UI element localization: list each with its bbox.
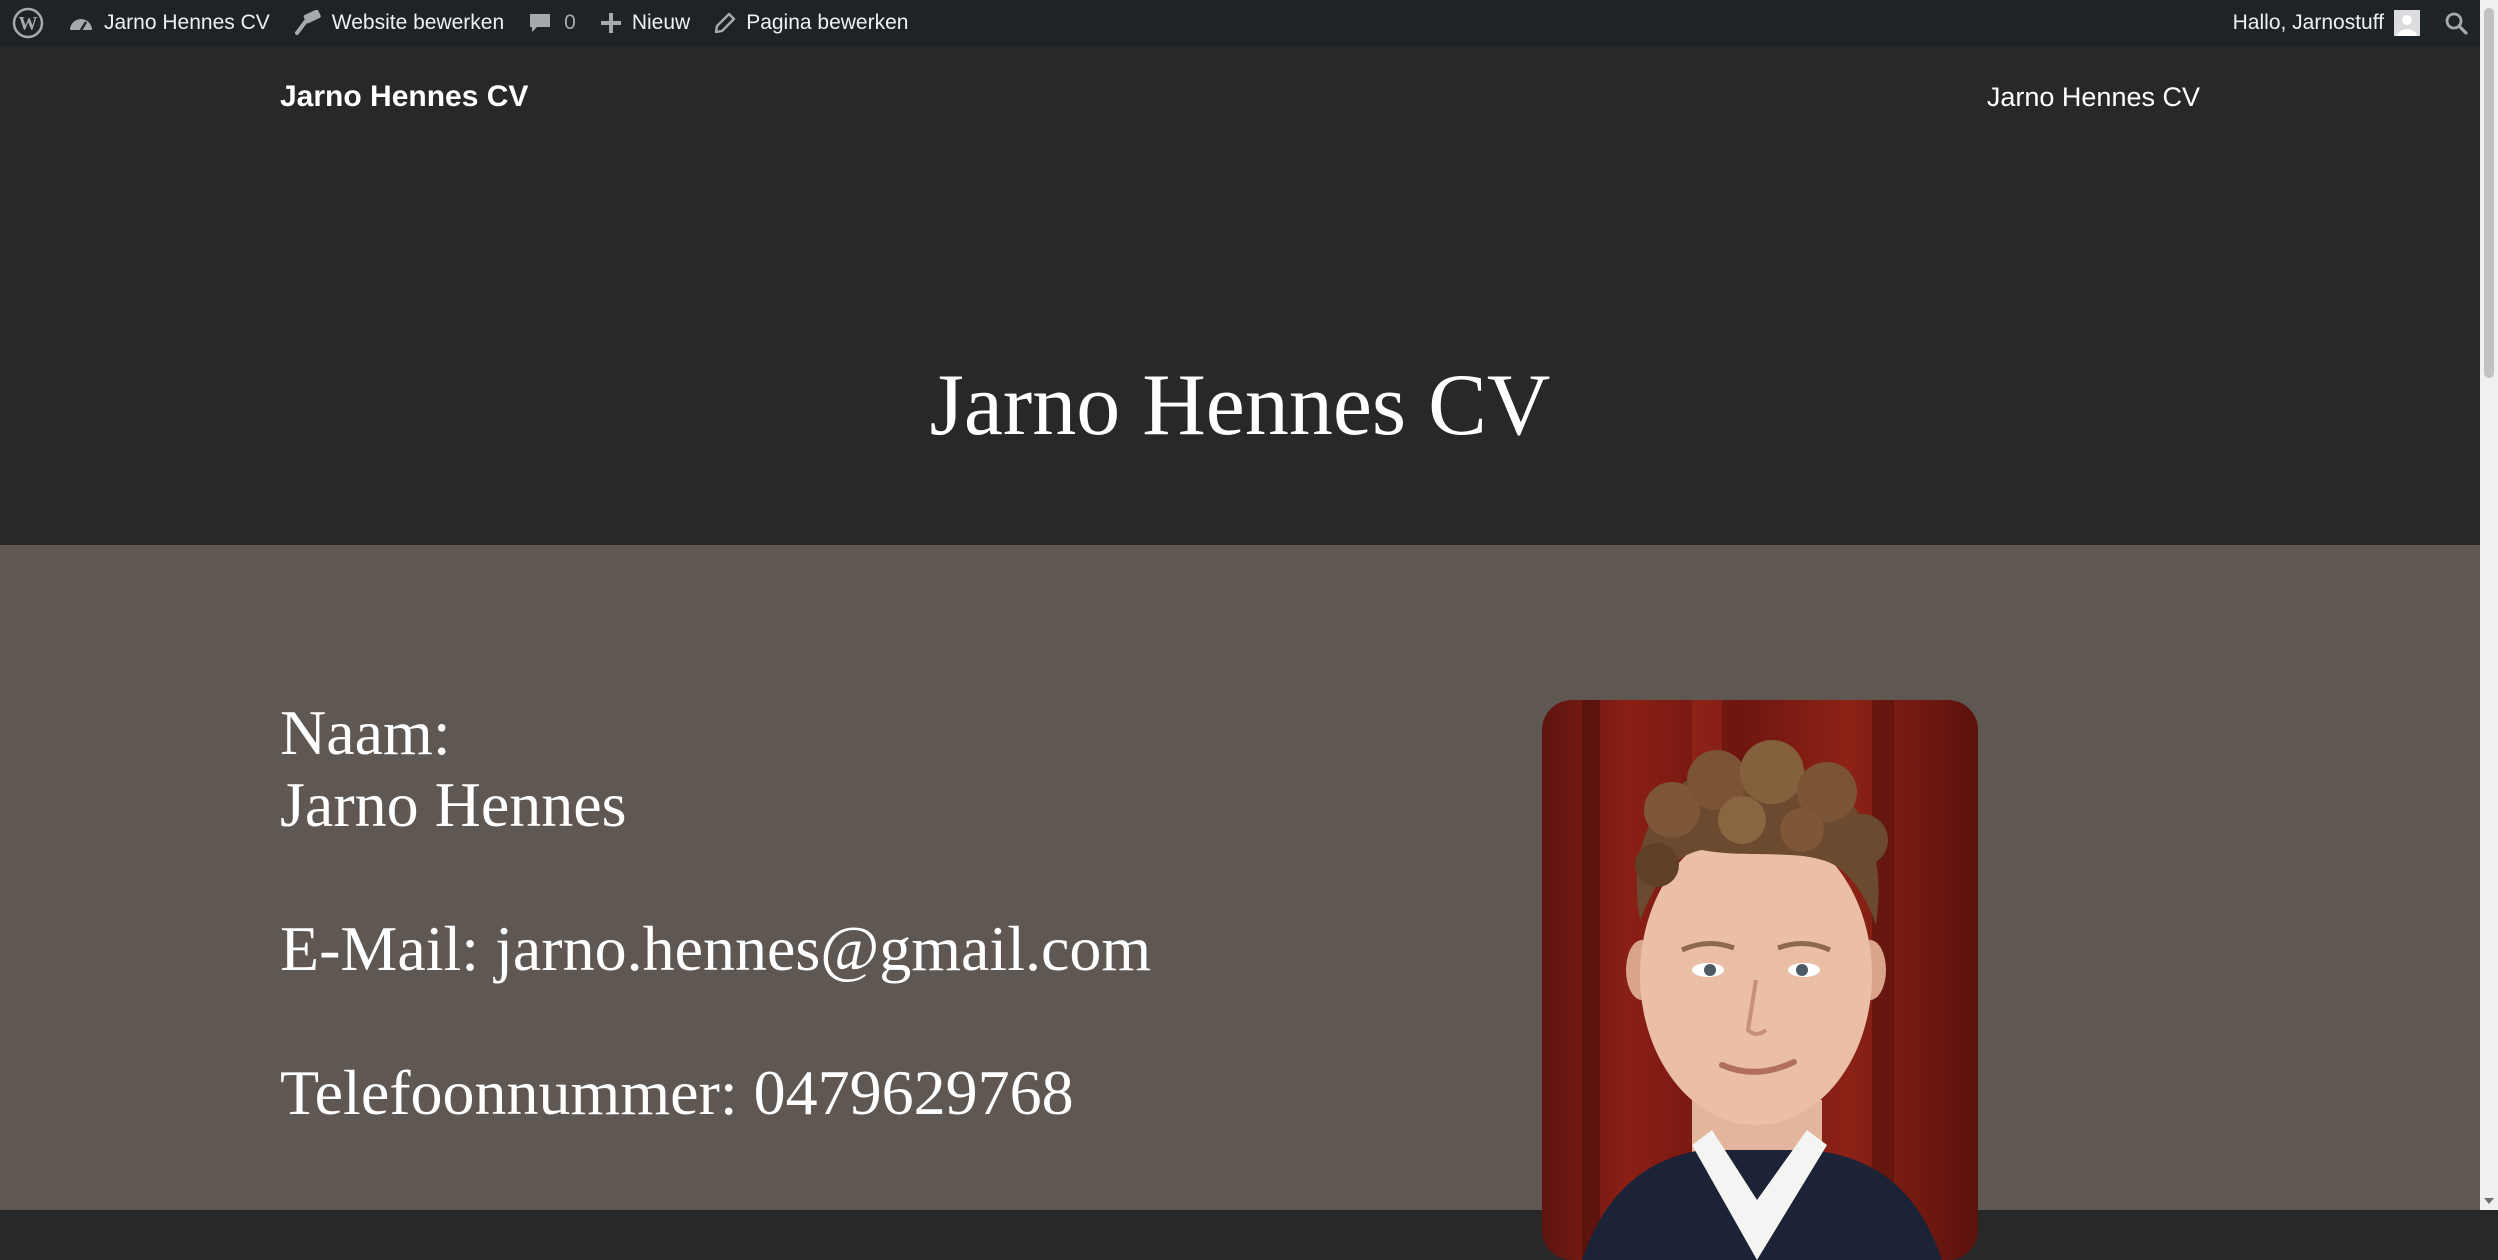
scroll-down-arrow-icon[interactable] [2484,1198,2494,1204]
edit-site-label: Website bewerken [331,11,505,34]
admin-bar: W Jarno Hennes CV Website bewerken 0 Nie… [0,0,2480,46]
edit-site-button[interactable]: Website bewerken [282,0,516,46]
comment-icon [530,14,551,32]
site-name-menu[interactable]: Jarno Hennes CV [56,0,282,46]
site-header: Jarno Hennes CV Jarno Hennes CV Jarno He… [0,46,2480,545]
email-line: E-Mail: jarno.hennes@gmail.com [280,913,1152,984]
comments-count: 0 [564,11,576,34]
search-button[interactable] [2432,0,2480,46]
svg-text:W: W [19,14,38,35]
pencil-icon [714,12,736,34]
page-scrollbar[interactable] [2480,0,2498,1210]
wordpress-icon: W [12,7,44,39]
edit-page-label: Pagina bewerken [746,11,909,34]
avatar [2394,10,2420,36]
edit-page-button[interactable]: Pagina bewerken [702,0,920,46]
phone-line: Telefoonnummer: 0479629768 [280,1057,1074,1128]
dashboard-icon [70,19,92,31]
content-section: Naam: Jarno Hennes E-Mail: jarno.hennes@… [0,545,2480,1260]
new-content-button[interactable]: Nieuw [588,0,702,46]
scrollbar-thumb[interactable] [2484,8,2494,378]
contact-info: Naam: Jarno Hennes E-Mail: jarno.hennes@… [280,697,1151,1129]
profile-photo [1542,700,1978,1260]
brush-icon [294,10,321,35]
search-icon [2445,12,2468,35]
name-value: Jarno Hennes [280,769,627,840]
name-label: Naam: [280,697,451,768]
comments-button[interactable]: 0 [516,0,588,46]
wordpress-logo-menu[interactable]: W [0,0,56,46]
nav-link-cv[interactable]: Jarno Hennes CV [1987,82,2200,113]
new-content-label: Nieuw [631,11,691,34]
greeting-label: Hallo, Jarnostuff [2232,11,2384,34]
page-title: Jarno Hennes CV [929,357,1551,454]
account-menu[interactable]: Hallo, Jarnostuff [2221,0,2432,46]
plus-icon [600,13,621,33]
site-title-link[interactable]: Jarno Hennes CV [280,80,528,114]
site-name-label: Jarno Hennes CV [104,11,270,34]
